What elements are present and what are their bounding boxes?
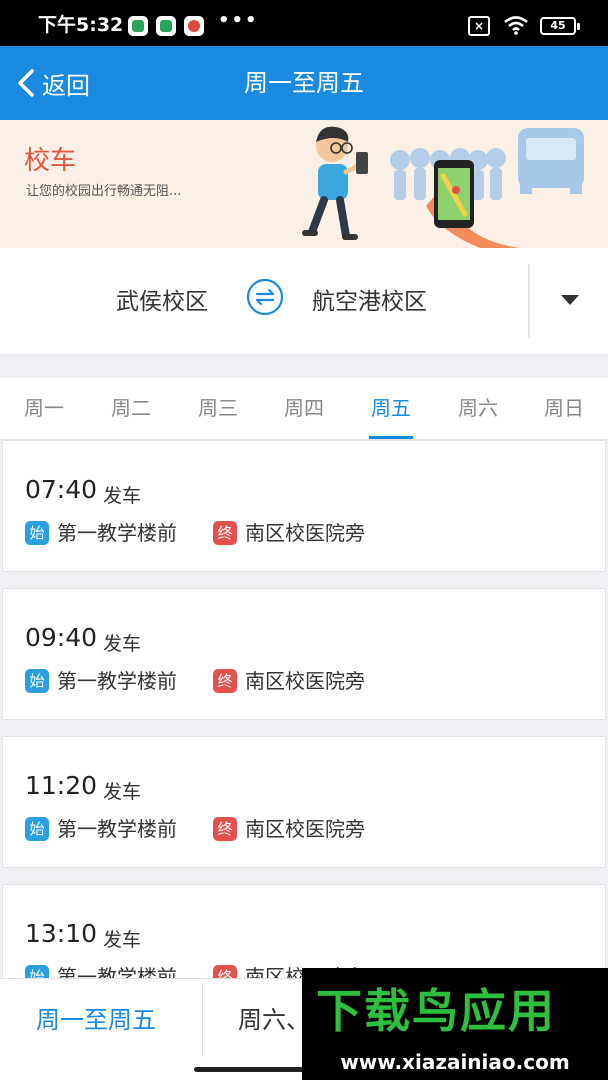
shield-app-icon (156, 16, 176, 36)
watermark-logo: 下载鸟应用 (316, 984, 556, 1038)
start-stop: 第一教学楼前 (57, 817, 177, 841)
departure-label: 发车 (103, 485, 142, 507)
banner: 校车 让您的校园出行畅通无阻... (0, 120, 608, 248)
start-stop: 第一教学楼前 (57, 669, 177, 693)
sim-off-icon: × (468, 16, 490, 36)
departure-time: 07:40 (25, 475, 98, 504)
divider (202, 983, 203, 1057)
start-badge: 始 (25, 669, 49, 693)
departure-label: 发车 (103, 929, 142, 951)
route-selector: 武侯校区 航空港校区 (0, 248, 608, 354)
tab-weekdays[interactable]: 周一至周五 (36, 1005, 156, 1035)
banner-illustration (302, 126, 584, 248)
trip-card[interactable]: 11:20 发车 始 第一教学楼前 终 南区校医院旁 (2, 736, 606, 868)
destination-campus[interactable]: 航空港校区 (312, 282, 427, 316)
end-stop: 南区校医院旁 (245, 669, 365, 693)
banner-title: 校车 (24, 146, 77, 176)
shield-app-icon (128, 16, 148, 36)
departure-label: 发车 (103, 633, 142, 655)
watermark: 下载鸟应用 www.xiazainiao.com (302, 968, 608, 1080)
end-stop: 南区校医院旁 (245, 521, 365, 545)
tab-wednesday[interactable]: 周三 (188, 394, 248, 422)
swap-icon[interactable] (246, 278, 284, 316)
divider (528, 264, 530, 338)
departure-time: 11:20 (25, 771, 98, 800)
tab-sunday[interactable]: 周日 (534, 394, 594, 422)
banner-subtitle: 让您的校园出行畅通无阻... (26, 184, 182, 199)
departure-time: 09:40 (25, 623, 98, 652)
origin-campus[interactable]: 武侯校区 (116, 282, 208, 316)
day-tabs: 周一 周二 周三 周四 周五 周六 周日 (0, 378, 608, 440)
tab-monday[interactable]: 周一 (14, 394, 74, 422)
battery-icon: 45 (540, 17, 580, 35)
wifi-icon (504, 16, 528, 35)
trip-card[interactable]: 09:40 发车 始 第一教学楼前 终 南区校医院旁 (2, 588, 606, 720)
tab-weekend[interactable]: 周六、 (238, 1005, 310, 1035)
end-badge: 终 (213, 669, 237, 693)
departure-time: 13:10 (25, 919, 98, 948)
status-bar: 下午5:32 ••• × 45 (0, 0, 608, 46)
nav-bar: 返回 周一至周五 (0, 46, 608, 120)
tab-tuesday[interactable]: 周二 (101, 394, 161, 422)
tab-saturday[interactable]: 周六 (448, 394, 508, 422)
chevron-down-icon[interactable] (560, 294, 580, 306)
status-time: 下午5:32 (38, 14, 124, 36)
more-notifications-icon: ••• (218, 10, 259, 31)
page-title: 周一至周五 (244, 69, 364, 97)
end-badge: 终 (213, 521, 237, 545)
end-badge: 终 (213, 817, 237, 841)
start-badge: 始 (25, 521, 49, 545)
start-badge: 始 (25, 817, 49, 841)
tab-friday[interactable]: 周五 (361, 394, 421, 439)
end-stop: 南区校医院旁 (245, 817, 365, 841)
start-stop: 第一教学楼前 (57, 521, 177, 545)
tab-thursday[interactable]: 周四 (274, 394, 334, 422)
trip-card[interactable]: 07:40 发车 始 第一教学楼前 终 南区校医院旁 (2, 440, 606, 572)
app-notification-icon (184, 16, 204, 36)
watermark-url: www.xiazainiao.com (340, 1050, 570, 1074)
departure-label: 发车 (103, 781, 142, 803)
